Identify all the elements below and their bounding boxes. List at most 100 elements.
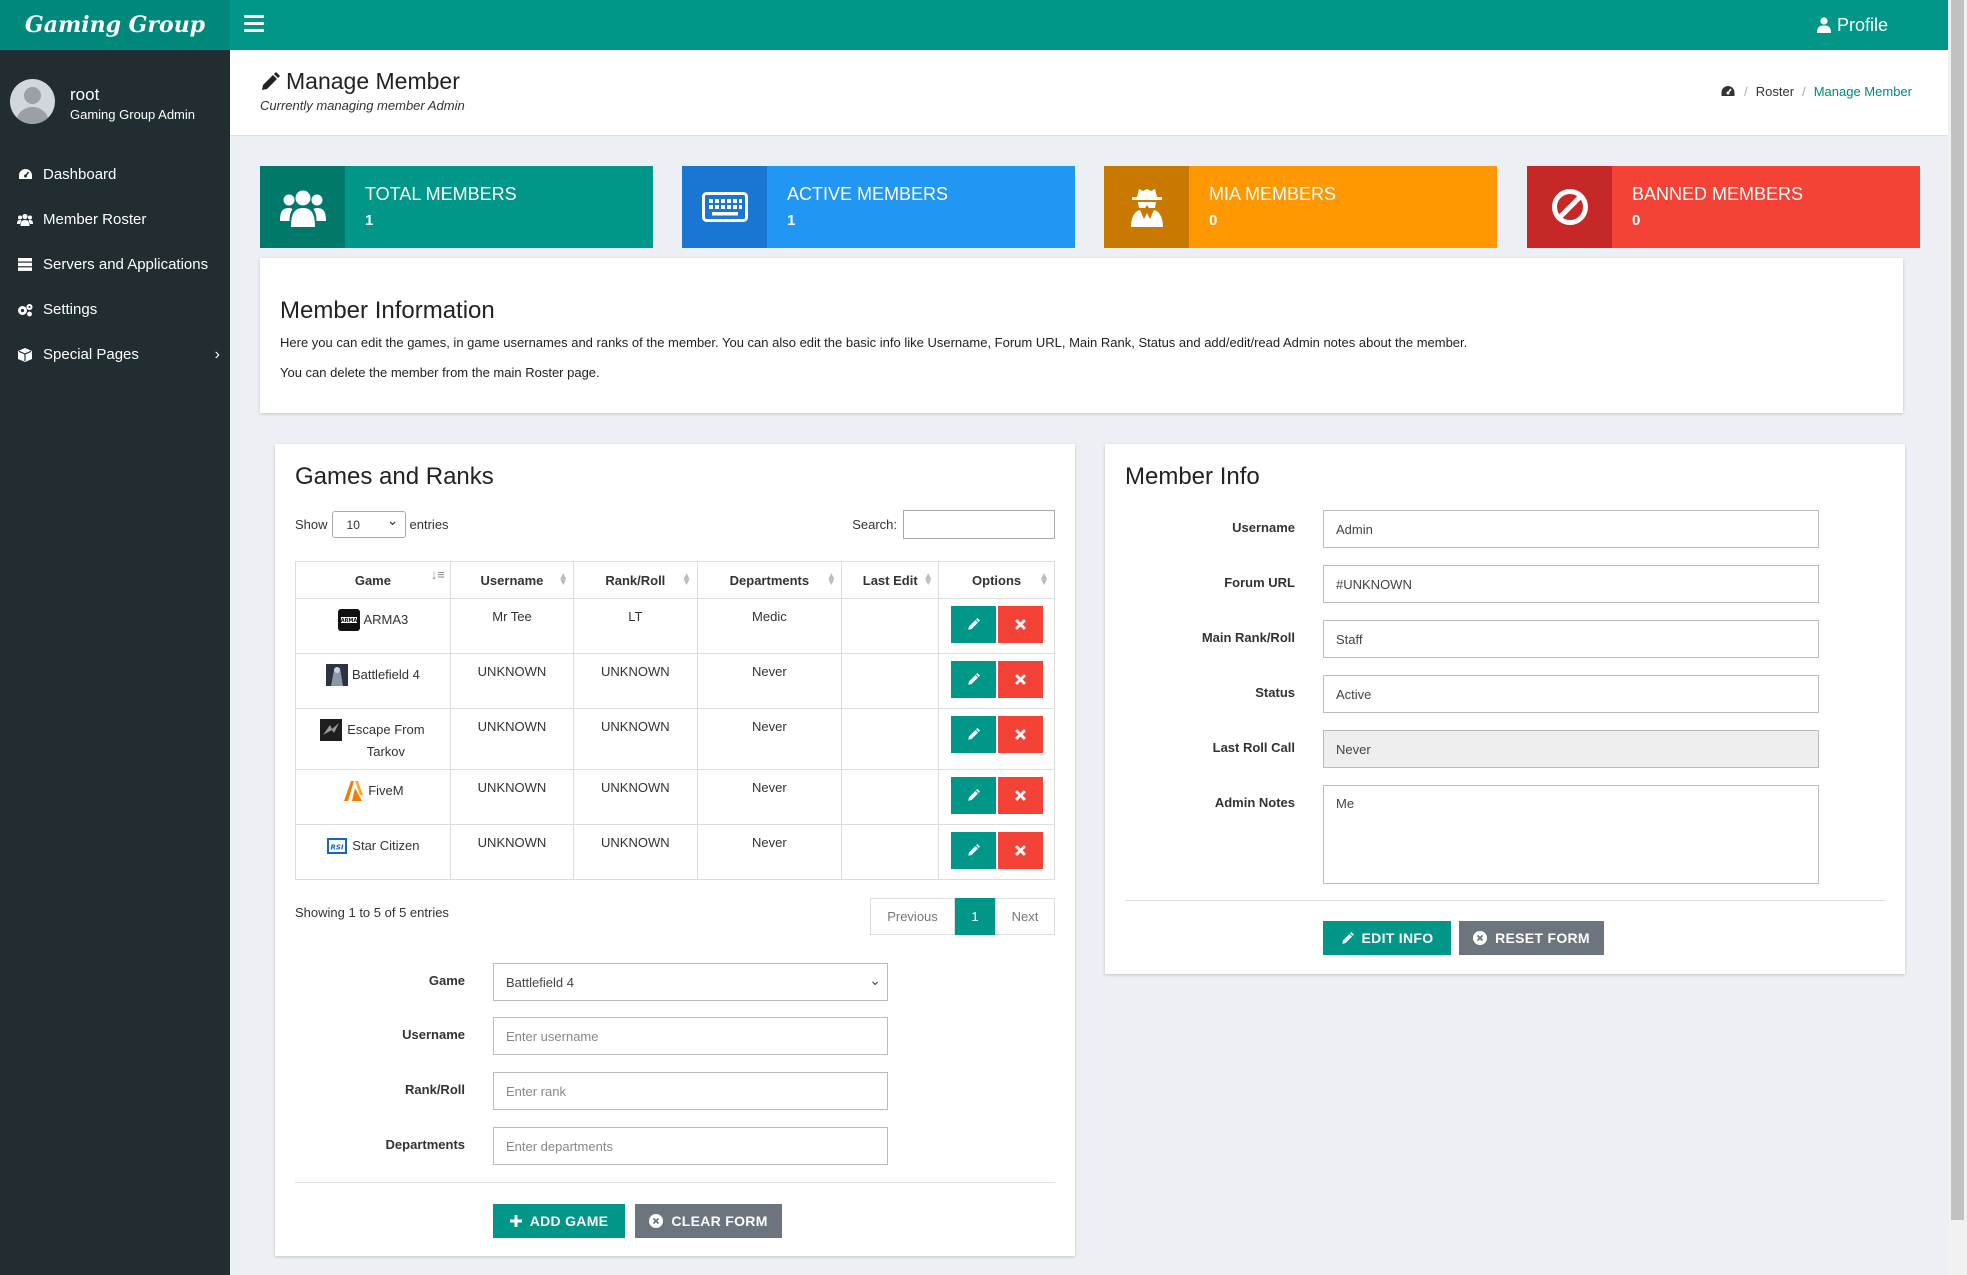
logo[interactable]: Gaming Group [0, 0, 230, 50]
game-departments-input[interactable]: Enter departments [493, 1127, 888, 1165]
sort-icon: ▲ ▼ [558, 571, 569, 588]
table-search: Search: [852, 510, 1055, 539]
page-scrollbar[interactable] [1948, 0, 1967, 1275]
forum-url-input[interactable]: #UNKNOWN [1323, 565, 1819, 603]
sidebar-item-servers[interactable]: Servers and Applications [0, 242, 230, 287]
description-text: Here you can edit the games, in game use… [280, 335, 1468, 350]
game-username-input[interactable]: Enter username [493, 1017, 888, 1055]
game-rank-input[interactable]: Enter rank [493, 1072, 888, 1110]
pagination-previous[interactable]: Previous [870, 898, 955, 935]
last-roll-call-input: Never [1323, 730, 1819, 768]
profile-link[interactable]: Profile [1816, 0, 1888, 50]
breadcrumb-roster[interactable]: Roster [1756, 84, 1794, 99]
sort-icon: ▲ ▼ [1039, 571, 1049, 588]
close-icon [1014, 619, 1026, 630]
times-circle-icon [649, 1214, 664, 1228]
column-header-username[interactable]: Username ▲ ▼ [449, 561, 575, 599]
pencil-icon [967, 673, 980, 685]
member-username-input[interactable]: Admin [1323, 510, 1819, 548]
page-length-select[interactable]: 10 [331, 511, 406, 538]
total-members-box: TOTAL MEMBERS 1 [260, 166, 653, 248]
stat-value: 1 [787, 212, 796, 229]
avatar [10, 79, 55, 124]
delete-row-button[interactable] [997, 716, 1043, 753]
entries-label: entries [409, 517, 449, 532]
table-row: Escape From Tarkov UNKNOWN UNKNOWN Never [295, 708, 1055, 770]
page-title: Manage Member [260, 68, 460, 95]
pagination-page[interactable]: 1 [955, 898, 995, 935]
sort-icon: ▲ ▼ [681, 571, 692, 588]
user-icon [1816, 17, 1831, 33]
sidebar-item-settings[interactable]: Settings [0, 287, 230, 332]
game-select[interactable]: Battlefield 4 ⌄ [493, 963, 888, 1001]
times-circle-icon [1473, 931, 1488, 945]
delete-row-button[interactable] [997, 606, 1043, 643]
sidebar-toggle-icon[interactable] [244, 15, 264, 33]
dashboard-icon[interactable] [1720, 85, 1736, 98]
edit-row-button[interactable] [950, 606, 996, 643]
departments-cell: Never [696, 708, 843, 770]
clear-form-button[interactable]: CLEAR FORM [635, 1204, 782, 1238]
breadcrumb-separator: / [1744, 84, 1748, 99]
status-label: Status [1255, 685, 1295, 700]
table-row: FiveM UNKNOWN UNKNOWN Never [295, 769, 1055, 825]
edit-row-button[interactable] [950, 661, 996, 698]
card-title: Member Info [1125, 463, 1260, 490]
stat-value: 1 [365, 212, 374, 229]
pencil-icon [967, 789, 980, 801]
delete-row-button[interactable] [997, 832, 1043, 869]
page-subtitle: Currently managing member Admin [260, 98, 465, 113]
fivem-icon [344, 781, 364, 801]
edit-row-button[interactable] [950, 716, 996, 753]
member-information-card: Member Information Here you can edit the… [260, 258, 1903, 413]
last-edit-cell [841, 598, 940, 654]
column-header-options[interactable]: Options ▲ ▼ [938, 561, 1055, 599]
escape-from-tarkov-icon [319, 719, 342, 741]
delete-row-button[interactable] [997, 661, 1043, 698]
add-game-button[interactable]: ADD GAME [493, 1204, 625, 1238]
edit-info-button[interactable]: EDIT INFO [1323, 921, 1451, 955]
sidebar-item-dashboard[interactable]: Dashboard [0, 152, 230, 197]
games-and-ranks-card: Games and Ranks Show 10 entries Search: … [275, 444, 1075, 1256]
sidebar: root Gaming Group Admin Dashboard Member… [0, 50, 230, 1275]
delete-row-button[interactable] [997, 777, 1043, 814]
sidebar-item-label: Special Pages [43, 346, 139, 363]
last-edit-cell [841, 708, 940, 770]
column-header-departments[interactable]: Departments ▲ ▼ [696, 561, 843, 599]
sort-asc-icon: ↓≡ [430, 567, 445, 582]
ban-icon [1527, 166, 1612, 248]
profile-label: Profile [1836, 14, 1888, 35]
departments-cell: Never [696, 769, 843, 825]
search-input[interactable] [903, 510, 1055, 539]
main-rank-input[interactable]: Staff [1323, 620, 1819, 658]
column-header-rank[interactable]: Rank/Roll ▲ ▼ [573, 561, 698, 599]
column-header-game[interactable]: Game ↓≡ [295, 561, 451, 599]
users-icon [17, 212, 33, 228]
show-label: Show [295, 517, 328, 532]
rank-cell: UNKNOWN [573, 653, 698, 709]
reset-form-button[interactable]: RESET FORM [1459, 921, 1604, 955]
user-secret-icon [1104, 166, 1189, 248]
scrollbar-thumb[interactable] [1951, 0, 1964, 1220]
admin-notes-textarea[interactable]: Me [1323, 785, 1819, 884]
status-input[interactable]: Active [1323, 675, 1819, 713]
games-table: Game ↓≡ Username ▲ ▼ Rank/Roll ▲ ▼ Department… [295, 561, 1055, 880]
pagination-next[interactable]: Next [995, 898, 1055, 935]
edit-row-button[interactable] [950, 832, 996, 869]
column-header-last-edit[interactable]: Last Edit ▲ ▼ [841, 561, 940, 599]
game-label: Game [428, 973, 465, 988]
breadcrumb: / Roster / Manage Member [1720, 84, 1912, 99]
plus-icon [509, 1215, 522, 1227]
sidebar-item-special-pages[interactable]: Special Pages › [0, 332, 230, 377]
svg-text:ARMA: ARMA [340, 618, 357, 624]
table-info: Showing 1 to 5 of 5 entries [295, 905, 449, 920]
game-cell: RSI Star Citizen [295, 824, 451, 880]
last-edit-cell [841, 824, 940, 880]
sidebar-item-member-roster[interactable]: Member Roster [0, 197, 230, 242]
edit-row-button[interactable] [950, 777, 996, 814]
rank-cell: UNKNOWN [573, 824, 698, 880]
game-select-value: Battlefield 4 [506, 974, 574, 990]
close-icon [1014, 845, 1026, 856]
forum-url-label: Forum URL [1224, 575, 1295, 590]
gear-icon [17, 302, 33, 318]
